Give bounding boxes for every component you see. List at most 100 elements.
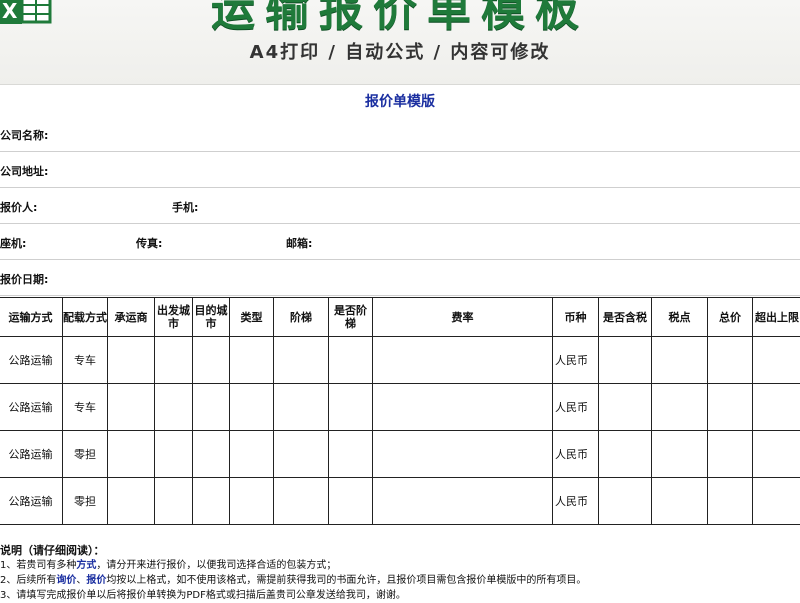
header-origin-city: 出发城市 [155, 298, 193, 337]
table-cell[interactable] [193, 384, 230, 431]
header-is-tiered: 是否阶梯 [329, 298, 373, 337]
note-2-separator: 、 [76, 575, 86, 586]
header-transport-mode: 运输方式 [0, 298, 63, 337]
table-cell[interactable] [274, 431, 329, 478]
table-cell[interactable] [193, 478, 230, 525]
contact-row[interactable]: 座机: 传真: 邮箱: [0, 223, 800, 260]
header-rate: 费率 [373, 298, 553, 337]
table-cell[interactable]: 人民币 [553, 431, 599, 478]
note-1-post: ，请分开来进行报价，以便我司选择合适的包装方式； [96, 560, 336, 571]
table-cell[interactable] [108, 431, 155, 478]
note-1-emphasis: 方式 [76, 560, 96, 571]
email-label: 邮箱: [286, 235, 312, 251]
table-cell[interactable]: 公路运输 [0, 337, 63, 384]
table-cell[interactable] [108, 384, 155, 431]
note-1-pre: 1、若贵司有多种 [0, 560, 76, 571]
table-cell[interactable] [155, 384, 193, 431]
banner-title: 运输报价单模板 [0, 0, 800, 38]
quote-table: 运输方式 配载方式 承运商 出发城市 目的城市 类型 阶梯 是否阶梯 费率 币种… [0, 297, 800, 525]
note-2-post: 均按以上格式，如不使用该格式，需提前获得我司的书面允许，且报价项目需包含报价单模… [106, 575, 586, 586]
table-cell[interactable]: 人民币 [553, 478, 599, 525]
table-cell[interactable] [599, 337, 652, 384]
table-row: 公路运输 零担 人民币 [0, 431, 800, 478]
table-cell[interactable] [329, 384, 373, 431]
table-cell[interactable] [599, 478, 652, 525]
notes-section: 说明（请仔细阅读）： 1、若贵司有多种方式，请分开来进行报价，以便我司选择合适的… [0, 543, 800, 603]
table-cell[interactable] [155, 431, 193, 478]
table-cell[interactable] [652, 337, 708, 384]
table-cell[interactable] [753, 337, 800, 384]
table-cell[interactable] [708, 431, 753, 478]
header-loading-mode: 配载方式 [63, 298, 108, 337]
table-cell[interactable] [274, 337, 329, 384]
table-cell[interactable] [373, 337, 553, 384]
table-cell[interactable] [652, 431, 708, 478]
table-cell[interactable] [230, 431, 274, 478]
table-cell[interactable] [329, 337, 373, 384]
table-cell[interactable] [599, 384, 652, 431]
table-cell[interactable] [155, 478, 193, 525]
quoter-row[interactable]: 报价人: 手机: [0, 187, 800, 224]
header-tier: 阶梯 [274, 298, 329, 337]
date-row[interactable]: 报价日期: [0, 259, 800, 296]
table-cell[interactable]: 零担 [63, 431, 108, 478]
table-cell[interactable] [599, 431, 652, 478]
table-cell[interactable] [708, 384, 753, 431]
table-cell[interactable] [373, 384, 553, 431]
table-cell[interactable] [329, 478, 373, 525]
company-name-label: 公司名称: [0, 127, 48, 143]
fax-label: 传真: [136, 235, 162, 251]
banner-subtitle: A4打印 / 自动公式 / 内容可修改 [0, 38, 800, 64]
table-cell[interactable] [753, 431, 800, 478]
table-cell[interactable] [230, 478, 274, 525]
note-2-pre: 2、后续所有 [0, 575, 56, 586]
table-cell[interactable]: 人民币 [553, 384, 599, 431]
table-cell[interactable]: 人民币 [553, 337, 599, 384]
table-cell[interactable] [193, 337, 230, 384]
note-line-2: 2、后续所有询价、报价均按以上格式，如不使用该格式，需提前获得我司的书面允许，且… [0, 573, 800, 588]
table-cell[interactable]: 专车 [63, 384, 108, 431]
note-2-emphasis-quote: 报价 [86, 575, 106, 586]
table-cell[interactable]: 公路运输 [0, 384, 63, 431]
table-cell[interactable] [708, 337, 753, 384]
company-address-label: 公司地址: [0, 163, 48, 179]
table-cell[interactable]: 公路运输 [0, 431, 63, 478]
header-currency: 币种 [553, 298, 599, 337]
phone-label: 座机: [0, 235, 26, 251]
table-cell[interactable] [329, 431, 373, 478]
table-cell[interactable] [373, 478, 553, 525]
table-cell[interactable]: 公路运输 [0, 478, 63, 525]
table-cell[interactable] [155, 337, 193, 384]
table-cell[interactable] [193, 431, 230, 478]
date-label: 报价日期: [0, 271, 48, 287]
table-cell[interactable] [274, 384, 329, 431]
table-cell[interactable] [753, 478, 800, 525]
table-cell[interactable] [652, 478, 708, 525]
table-row: 公路运输 零担 人民币 [0, 478, 800, 525]
table-cell[interactable]: 零担 [63, 478, 108, 525]
table-cell[interactable] [652, 384, 708, 431]
table-cell[interactable]: 专车 [63, 337, 108, 384]
table-cell[interactable] [274, 478, 329, 525]
table-cell[interactable] [753, 384, 800, 431]
table-header-row: 运输方式 配载方式 承运商 出发城市 目的城市 类型 阶梯 是否阶梯 费率 币种… [0, 298, 800, 337]
table-cell[interactable] [708, 478, 753, 525]
banner: X 运输报价单模板 A4打印 / 自动公式 / 内容可修改 [0, 0, 800, 85]
quoter-label: 报价人: [0, 199, 37, 215]
quote-sheet: 报价单模版 公司名称: 公司地址: 报价人: 手机: 座机: 传真: 邮箱: 报… [0, 85, 800, 600]
header-total: 总价 [708, 298, 753, 337]
header-tax-rate: 税点 [652, 298, 708, 337]
table-cell[interactable] [230, 337, 274, 384]
table-cell[interactable] [373, 431, 553, 478]
table-cell[interactable] [230, 384, 274, 431]
header-type: 类型 [230, 298, 274, 337]
mobile-label: 手机: [172, 199, 198, 215]
note-2-emphasis-inquiry: 询价 [56, 575, 76, 586]
company-address-row[interactable]: 公司地址: [0, 151, 800, 188]
table-row: 公路运输 专车 人民币 [0, 337, 800, 384]
table-cell[interactable] [108, 478, 155, 525]
table-row: 公路运输 专车 人民币 [0, 384, 800, 431]
table-cell[interactable] [108, 337, 155, 384]
header-over-limit: 超出上限 [753, 298, 800, 337]
company-name-row[interactable]: 公司名称: [0, 115, 800, 152]
